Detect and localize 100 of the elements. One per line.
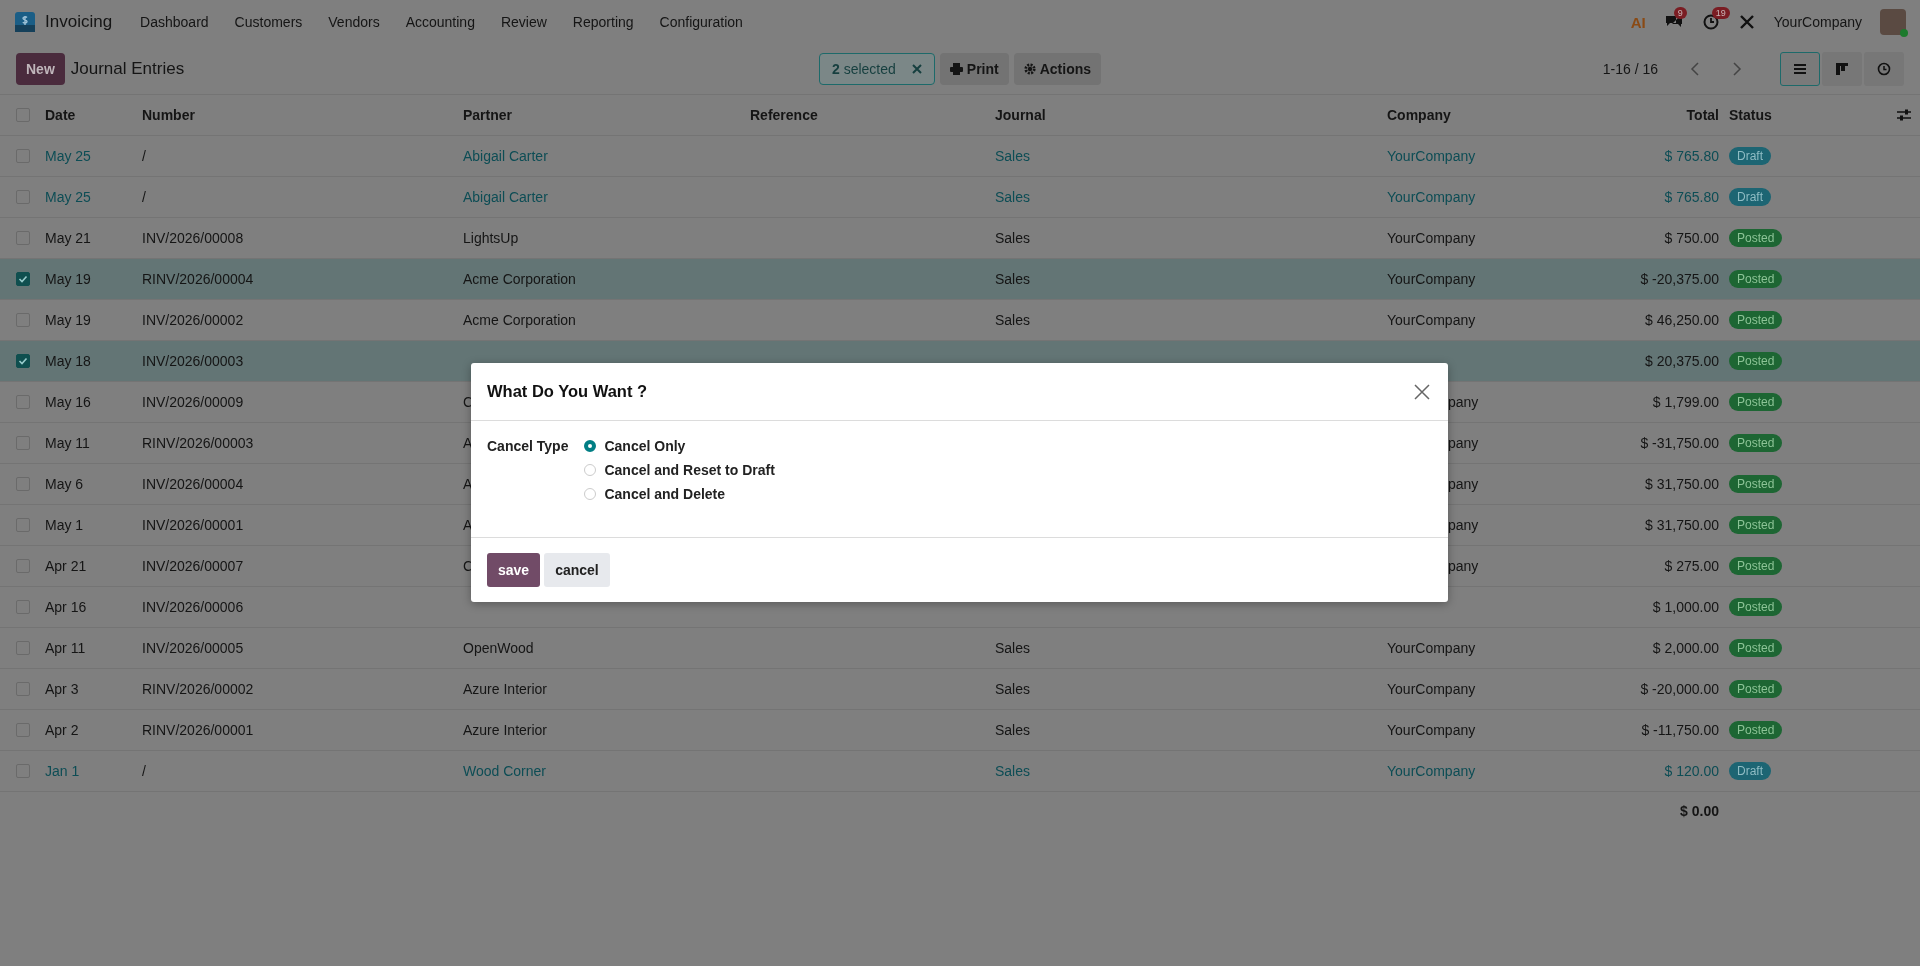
row-checkbox[interactable] [16, 272, 30, 286]
table-cell: $ 20,375.00 [1645, 353, 1719, 369]
table-cell: $ -31,750.00 [1640, 435, 1719, 451]
table-cell: Jan 1 [45, 763, 80, 779]
status-label: Draft [1737, 764, 1763, 778]
save-button[interactable]: save [487, 553, 541, 587]
checkmark-icon [17, 273, 29, 285]
close-icon[interactable] [911, 64, 922, 74]
menu-item[interactable]: Review [500, 14, 547, 30]
column-header[interactable]: Date [45, 107, 142, 123]
table-cell: Sales [995, 312, 1031, 328]
table-cell: Sales [995, 681, 1031, 697]
field-label: Cancel Type [487, 438, 569, 456]
radio-button[interactable] [584, 440, 597, 452]
list-icon [1792, 61, 1808, 77]
table-cell: YourCompany [1387, 230, 1476, 246]
table-cell: INV/2026/00003 [142, 353, 244, 369]
table-cell: May 16 [45, 394, 91, 410]
table-cell: YourCompany [1387, 312, 1476, 328]
message-count-badge: 9 [1673, 7, 1687, 19]
table-cell: LightsUp [463, 230, 519, 246]
menu-item[interactable]: Vendors [328, 14, 380, 30]
status-label: Posted [1737, 272, 1775, 286]
table-cell: Sales [995, 763, 1031, 779]
column-header[interactable]: Number [142, 107, 463, 123]
status-label: Posted [1737, 231, 1775, 245]
table-cell: Acme Corporation [463, 312, 576, 328]
table-cell: Abigail Carter [463, 148, 548, 164]
table-cell: May 19 [45, 271, 91, 287]
table-cell: RINV/2026/00001 [142, 722, 254, 738]
table-cell: pany [1448, 435, 1479, 451]
table-cell: May 1 [45, 517, 84, 533]
app-name[interactable]: Invoicing [45, 12, 113, 32]
table-cell: INV/2026/00001 [142, 517, 244, 533]
table-cell: May 25 [45, 148, 91, 164]
menu-item[interactable]: Reporting [572, 14, 634, 30]
table-cell: Apr 2 [45, 722, 79, 738]
table-cell: May 6 [45, 476, 84, 492]
table-cell: Sales [995, 189, 1031, 205]
table-cell: Azure Interior [463, 681, 548, 697]
checkmark-icon [17, 355, 29, 367]
table-cell: Apr 3 [45, 681, 79, 697]
dialog-title: What Do You Want ? [487, 382, 648, 401]
table-cell: INV/2026/00002 [142, 312, 244, 328]
selection-button[interactable]: 2 selected [818, 53, 935, 85]
app-logo-icon[interactable] [14, 11, 36, 33]
table-cell: Apr 16 [45, 599, 87, 615]
table-cell: YourCompany [1387, 271, 1476, 287]
table-cell: $ 275.00 [1664, 558, 1719, 574]
menu-item[interactable]: Accounting [405, 14, 475, 30]
kanban-icon [1834, 61, 1850, 77]
table-cell: $ 765.80 [1664, 148, 1719, 164]
status-label: Posted [1737, 477, 1775, 491]
list-view-button[interactable] [1780, 52, 1820, 86]
actions-button[interactable]: Actions [1013, 53, 1102, 85]
menu-item[interactable]: Configuration [659, 14, 743, 30]
table-cell: Sales [995, 640, 1031, 656]
table-cell: Sales [995, 722, 1031, 738]
table-cell: $ 120.00 [1664, 763, 1719, 779]
table-cell: pany [1448, 476, 1479, 492]
kanban-view-button[interactable] [1822, 52, 1862, 86]
column-header[interactable]: Journal [995, 107, 1387, 123]
row-checkbox[interactable] [16, 354, 30, 368]
status-label: Posted [1737, 395, 1775, 409]
column-header[interactable]: Total [1580, 107, 1729, 123]
table-cell: May 21 [45, 230, 91, 246]
radio-label[interactable]: Cancel Only [604, 438, 686, 454]
radio-label[interactable]: Cancel and Reset to Draft [604, 462, 775, 478]
table-cell: $ 750.00 [1664, 230, 1719, 246]
cancel-button[interactable]: cancel [544, 553, 610, 587]
table-cell: $ 765.80 [1664, 189, 1719, 205]
settings-icon[interactable] [1896, 108, 1912, 122]
table-cell: May 19 [45, 312, 91, 328]
menu-item[interactable]: Customers [234, 14, 303, 30]
column-header[interactable]: Status [1729, 107, 1880, 123]
table-cell: $ -11,750.00 [1641, 722, 1719, 738]
print-button[interactable]: Print [939, 53, 1009, 85]
table-cell: May 18 [45, 353, 91, 369]
radio-label[interactable]: Cancel and Delete [604, 486, 726, 502]
column-header[interactable]: Partner [463, 107, 750, 123]
new-button[interactable]: New [16, 53, 65, 85]
menu-item[interactable]: Dashboard [140, 14, 209, 30]
close-button[interactable] [1412, 381, 1432, 402]
company-switcher[interactable]: YourCompany [1773, 14, 1862, 30]
user-avatar[interactable] [1880, 9, 1906, 35]
table-cell: $ 1,799.00 [1652, 394, 1719, 410]
activity-view-button[interactable] [1864, 52, 1904, 86]
table-cell: May 11 [45, 435, 90, 451]
table-cell: Apr 21 [45, 558, 87, 574]
table-cell: Abigail Carter [463, 189, 548, 205]
table-cell: pany [1448, 517, 1479, 533]
status-label: Posted [1737, 682, 1775, 696]
column-header[interactable]: Company [1387, 107, 1580, 123]
table-cell: INV/2026/00005 [142, 640, 244, 656]
table-cell: $ -20,375.00 [1640, 271, 1719, 287]
table-cell: Azure Interior [463, 722, 548, 738]
gear-icon [1023, 63, 1036, 75]
activity-icon [1876, 61, 1892, 77]
table-cell: RINV/2026/00004 [142, 271, 254, 287]
column-header[interactable]: Reference [750, 107, 995, 123]
